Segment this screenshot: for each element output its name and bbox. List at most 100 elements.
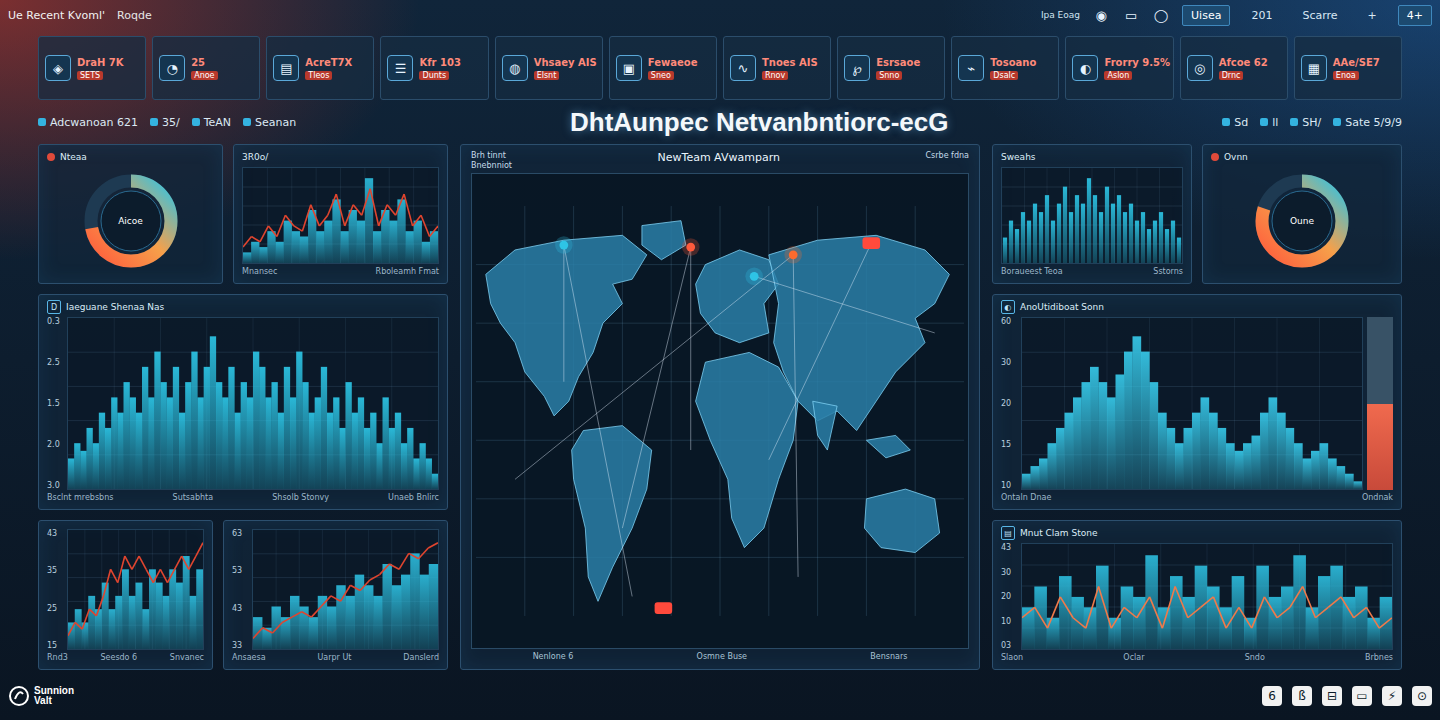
area-slice xyxy=(1090,367,1099,489)
kpi-tile[interactable]: ▣FewaeoeSneo xyxy=(609,36,717,100)
bottom-button[interactable]: 6 xyxy=(1262,686,1282,706)
map-svg xyxy=(476,178,964,644)
map-pin[interactable] xyxy=(745,268,763,286)
kpi-value: Tosoano xyxy=(990,57,1036,68)
y-tick: 15 xyxy=(47,641,63,650)
world-map[interactable] xyxy=(471,173,969,649)
chart-legend: SlaonOclarSndoBrbnes xyxy=(1001,653,1393,664)
kpi-tile[interactable]: ▦AAe/SE7Enoa xyxy=(1294,36,1402,100)
area-slice xyxy=(1158,607,1171,649)
kpi-tile[interactable]: ◍Vhsaey AISElsnt xyxy=(495,36,603,100)
line-segment xyxy=(430,226,438,237)
kpi-text: Vhsaey AISElsnt xyxy=(534,57,596,80)
kpi-tile[interactable]: ☰Kfr 103Dunts xyxy=(380,36,488,100)
y-tick: 0.3 xyxy=(47,317,63,326)
bottom-button[interactable]: ß xyxy=(1292,686,1312,706)
kpi-tile[interactable]: ⌁TosoanoDsalc xyxy=(951,36,1059,100)
kpi-tile[interactable]: ◔25Anoe xyxy=(152,36,260,100)
line-segment xyxy=(302,612,312,617)
area-slice xyxy=(1320,443,1329,489)
line-segment xyxy=(294,226,302,231)
kpi-value: Fewaeoe xyxy=(648,57,698,68)
map-pin[interactable] xyxy=(655,602,673,614)
top-tab[interactable]: Uisea xyxy=(1182,5,1230,26)
continent xyxy=(769,235,950,430)
bottom-button[interactable]: ⊙ xyxy=(1412,686,1432,706)
area-slice xyxy=(1269,597,1282,649)
bottom-button[interactable]: ⊟ xyxy=(1322,686,1342,706)
line-segment xyxy=(1290,587,1303,608)
y-tick: 43 xyxy=(47,529,63,538)
kpi-tile[interactable]: ◎Afcoe 62Drnc xyxy=(1180,36,1288,100)
app-title: Ue Recent Kvoml' xyxy=(8,9,105,22)
area-slice xyxy=(346,596,355,649)
top-tab[interactable]: 201 xyxy=(1242,5,1281,26)
toolbar-icon[interactable]: ◉ xyxy=(1092,6,1110,24)
line-segment xyxy=(160,569,167,582)
chart-legend: Ontaln DnaeOndnak xyxy=(1001,493,1393,504)
area-slice xyxy=(148,397,154,489)
kpi-tile[interactable]: ◐Frorry 9.5%Aslon xyxy=(1065,36,1173,100)
area-slice xyxy=(259,247,267,263)
line-segment xyxy=(302,205,310,232)
kpi-icon: ∿ xyxy=(730,55,756,81)
area-slice xyxy=(1034,587,1047,650)
app-subtitle[interactable]: Roqde xyxy=(117,9,152,22)
area-slice xyxy=(276,242,284,263)
card-head: Sweahs xyxy=(1001,150,1183,164)
area-slice xyxy=(364,428,370,489)
area-slice xyxy=(105,428,111,489)
gauge-label: Aicoe xyxy=(47,216,214,226)
map-pin[interactable] xyxy=(784,246,802,264)
area-slice xyxy=(241,382,247,489)
toolbar-icon[interactable]: ▭ xyxy=(1122,6,1140,24)
map-pin[interactable] xyxy=(555,236,573,254)
bar xyxy=(1021,212,1025,263)
connection-line xyxy=(563,245,564,382)
strip-text: Sate 5/9/9 xyxy=(1345,116,1402,129)
kpi-value: Vhsaey AIS xyxy=(534,57,596,68)
flag-marker xyxy=(655,602,673,614)
map-pin[interactable] xyxy=(682,238,700,256)
plot-area xyxy=(252,529,439,650)
bar xyxy=(1075,195,1079,263)
area-slice xyxy=(179,413,185,489)
chart-body: 63534333 xyxy=(232,529,439,650)
line-segment xyxy=(1201,597,1214,607)
area-slice xyxy=(1116,374,1125,489)
kpi-badge: SETS xyxy=(77,71,103,80)
line-segment xyxy=(272,622,282,633)
area-slice xyxy=(1318,576,1331,649)
bottom-button[interactable]: ▭ xyxy=(1352,686,1372,706)
pin-dot xyxy=(750,272,759,281)
top-tab[interactable]: + xyxy=(1359,5,1386,26)
strip-text: ll xyxy=(1272,116,1278,129)
map-pin[interactable] xyxy=(862,237,880,249)
chart-icon: ◐ xyxy=(1001,300,1015,314)
y-tick: 10 xyxy=(1001,617,1017,626)
kpi-icon: ▣ xyxy=(616,55,642,81)
gauge-label: Oune xyxy=(1211,216,1393,226)
left-top-row: NteaaAicoe3R0o/MnansecRboleamh Fmat xyxy=(38,144,448,284)
pin-dot xyxy=(686,243,695,252)
y-axis: 6030201510 xyxy=(1001,317,1017,490)
bar xyxy=(1087,178,1091,263)
kpi-row: ◈DraH 7KSETS◔25Anoe▤AcreT7XTleos☰Kfr 103… xyxy=(38,36,1402,100)
top-tab[interactable]: Scarre xyxy=(1293,5,1346,26)
top-tab[interactable]: 4+ xyxy=(1398,5,1432,26)
area-slice xyxy=(93,443,99,489)
kpi-tile[interactable]: ◈DraH 7KSETS xyxy=(38,36,146,100)
area-slice xyxy=(1167,428,1176,489)
bottom-button[interactable]: ⚡ xyxy=(1382,686,1402,706)
kpi-tile[interactable]: ∿Tnoes AISRnov xyxy=(723,36,831,100)
pin-glow xyxy=(745,268,763,286)
area-slice xyxy=(406,231,414,263)
toolbar-icon[interactable]: ◯ xyxy=(1152,6,1170,24)
kpi-tile[interactable]: ▤AcreT7XTleos xyxy=(266,36,374,100)
chart-title: Iaeguane Shenaa Nas xyxy=(66,302,164,312)
area-slice xyxy=(1209,413,1218,489)
area-slice xyxy=(1293,555,1306,649)
kpi-tile[interactable]: ℘EsrsaoeSnno xyxy=(837,36,945,100)
line-segment xyxy=(1366,607,1379,628)
line-segment xyxy=(1022,607,1035,617)
